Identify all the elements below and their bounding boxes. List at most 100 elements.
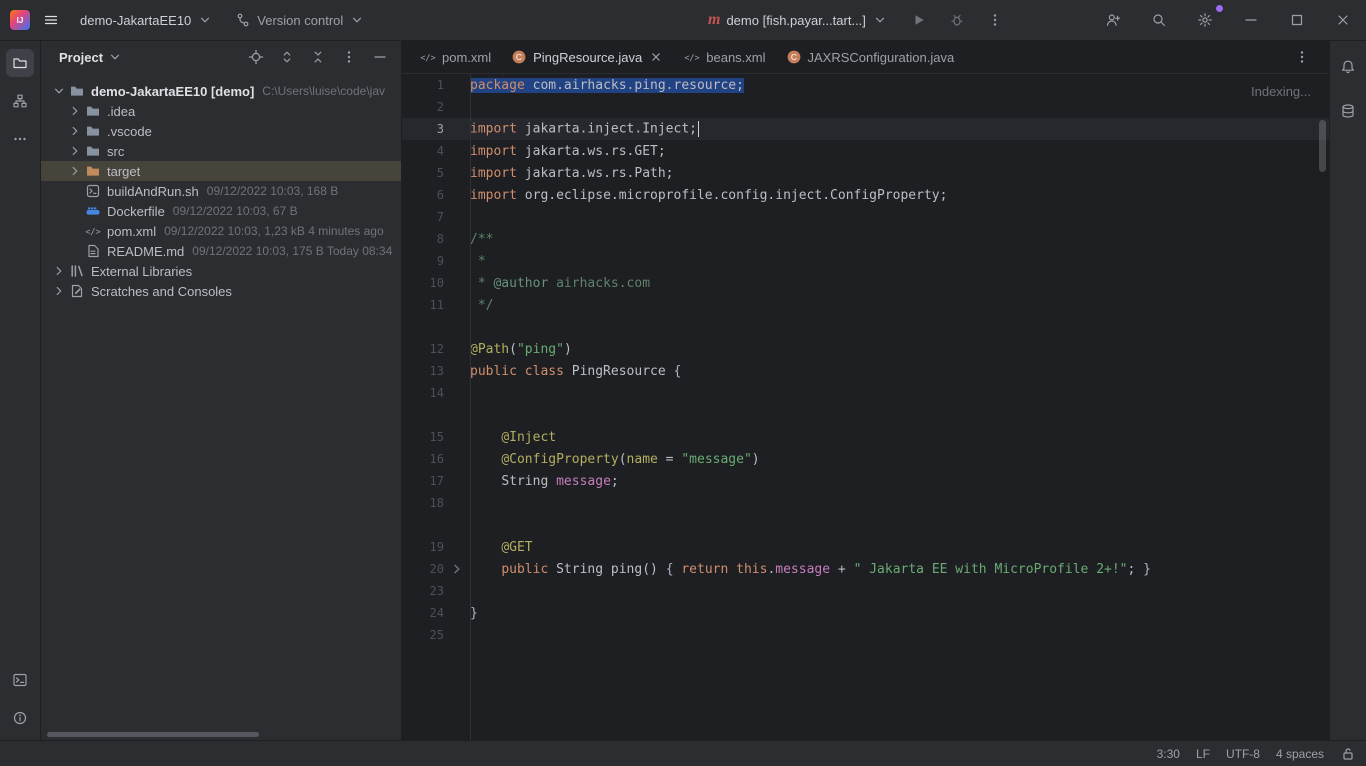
tree-item-vscode[interactable]: .vscode — [41, 121, 401, 141]
tree-item-src[interactable]: src — [41, 141, 401, 161]
vcs-selector[interactable]: Version control — [227, 5, 373, 35]
status-indent-style[interactable]: 4 spaces — [1276, 747, 1324, 761]
tree-item-idea[interactable]: .idea — [41, 101, 401, 121]
line-number[interactable]: 11 — [402, 298, 444, 312]
tab-beans-xml[interactable]: </>beans.xml — [674, 41, 775, 73]
line-number[interactable]: 19 — [402, 540, 444, 554]
chevron-right-icon[interactable] — [51, 263, 67, 279]
line-number[interactable]: 10 — [402, 276, 444, 290]
chevron-right-icon[interactable] — [67, 103, 83, 119]
terminal-tool-button[interactable] — [6, 666, 34, 694]
project-view-dropdown[interactable] — [105, 47, 125, 67]
code-line-12[interactable]: 12@Path("ping") — [402, 338, 1329, 360]
expand-all-button[interactable] — [276, 46, 298, 68]
line-number[interactable]: 5 — [402, 166, 444, 180]
run-config-selector[interactable]: m demo [fish.payar...tart...] — [700, 5, 896, 35]
tree-item-target[interactable]: target — [41, 161, 401, 181]
tab-pom-xml[interactable]: </>pom.xml — [410, 41, 501, 73]
code-line-6[interactable]: 6import org.eclipse.microprofile.config.… — [402, 184, 1329, 206]
chevron-right-icon[interactable] — [51, 283, 67, 299]
chevron-down-icon[interactable] — [51, 83, 67, 99]
code-line-14[interactable]: 14 — [402, 382, 1329, 404]
problems-tool-button[interactable] — [6, 704, 34, 732]
line-number[interactable]: 16 — [402, 452, 444, 466]
hide-panel-button[interactable] — [369, 46, 391, 68]
close-tab-icon[interactable] — [648, 49, 664, 65]
code-line-17[interactable]: 17 String message; — [402, 470, 1329, 492]
more-tool-windows-button[interactable] — [6, 125, 34, 153]
line-number[interactable]: 8 — [402, 232, 444, 246]
project-selector[interactable]: demo-JakartaEE10 — [72, 5, 221, 35]
code-line-24[interactable]: 24} — [402, 602, 1329, 624]
editor-scrollbar[interactable] — [1319, 120, 1326, 172]
code-line-11[interactable]: 11 */ — [402, 294, 1329, 316]
settings-button[interactable] — [1182, 0, 1228, 40]
line-number[interactable]: 6 — [402, 188, 444, 202]
status-line-separator[interactable]: LF — [1196, 747, 1210, 761]
line-number[interactable]: 9 — [402, 254, 444, 268]
line-number[interactable]: 15 — [402, 430, 444, 444]
horizontal-scrollbar[interactable] — [47, 732, 259, 737]
line-number[interactable]: 18 — [402, 496, 444, 510]
line-number[interactable]: 1 — [402, 78, 444, 92]
tab-pingresource-java[interactable]: CPingResource.java — [501, 41, 674, 73]
code-line-2[interactable]: 2 — [402, 96, 1329, 118]
code-line-20[interactable]: 20 public String ping() { return this.me… — [402, 558, 1329, 580]
debug-button[interactable] — [942, 5, 972, 35]
code-line-4[interactable]: 4import jakarta.ws.rs.GET; — [402, 140, 1329, 162]
run-button[interactable] — [904, 5, 934, 35]
project-tool-button[interactable] — [6, 49, 34, 77]
chevron-right-icon[interactable] — [67, 163, 83, 179]
more-run-actions-button[interactable] — [980, 5, 1010, 35]
select-opened-file-button[interactable] — [245, 46, 267, 68]
structure-tool-button[interactable] — [6, 87, 34, 115]
code-line-5[interactable]: 5import jakarta.ws.rs.Path; — [402, 162, 1329, 184]
status-file-encoding[interactable]: UTF-8 — [1226, 747, 1260, 761]
line-number[interactable]: 7 — [402, 210, 444, 224]
database-tool-button[interactable] — [1334, 97, 1362, 125]
tab-jaxrsconfiguration-java[interactable]: CJAXRSConfiguration.java — [776, 41, 965, 73]
line-number[interactable]: 4 — [402, 144, 444, 158]
collapse-all-button[interactable] — [307, 46, 329, 68]
code-line-25[interactable]: 25 — [402, 624, 1329, 646]
fold-indicator-icon[interactable] — [444, 561, 470, 577]
code-line-9[interactable]: 9 * — [402, 250, 1329, 272]
chevron-right-icon[interactable] — [67, 123, 83, 139]
line-number[interactable]: 13 — [402, 364, 444, 378]
code-line-13[interactable]: 13public class PingResource { — [402, 360, 1329, 382]
line-number[interactable]: 20 — [402, 562, 444, 576]
code-line-23[interactable]: 23 — [402, 580, 1329, 602]
code-line-19[interactable]: 19 @GET — [402, 536, 1329, 558]
tree-item-buildandrun-sh[interactable]: buildAndRun.sh09/12/2022 10:03, 168 B — [41, 181, 401, 201]
code-line-7[interactable]: 7 — [402, 206, 1329, 228]
line-number[interactable]: 17 — [402, 474, 444, 488]
tree-item-scratches-and-consoles[interactable]: Scratches and Consoles — [41, 281, 401, 301]
line-number[interactable]: 12 — [402, 342, 444, 356]
notifications-button[interactable] — [1334, 53, 1362, 81]
status-caret-position[interactable]: 3:30 — [1157, 747, 1180, 761]
line-number[interactable]: 2 — [402, 100, 444, 114]
code-line-16[interactable]: 16 @ConfigProperty(name = "message") — [402, 448, 1329, 470]
tree-item-external-libraries[interactable]: External Libraries — [41, 261, 401, 281]
main-menu-button[interactable] — [36, 5, 66, 35]
line-number[interactable]: 25 — [402, 628, 444, 642]
code-line-18[interactable]: 18 — [402, 492, 1329, 514]
close-button[interactable] — [1320, 0, 1366, 40]
minimize-button[interactable] — [1228, 0, 1274, 40]
code-line-3[interactable]: 3import jakarta.inject.Inject; — [402, 118, 1329, 140]
tree-item-dockerfile[interactable]: Dockerfile09/12/2022 10:03, 67 B — [41, 201, 401, 221]
code-line-1[interactable]: 1package com.airhacks.ping.resource; — [402, 74, 1329, 96]
code-line-15[interactable]: 15 @Inject — [402, 426, 1329, 448]
code-editor[interactable]: 1package com.airhacks.ping.resource; 2 3im… — [402, 74, 1329, 740]
tree-item-pom-xml[interactable]: </>pom.xml09/12/2022 10:03, 1,23 kB 4 mi… — [41, 221, 401, 241]
tree-item-demo-jakartaee10-demo[interactable]: demo-JakartaEE10 [demo]C:\Users\luise\co… — [41, 81, 401, 101]
tab-options-button[interactable] — [1287, 42, 1317, 72]
add-user-button[interactable] — [1090, 0, 1136, 40]
search-everywhere-button[interactable] — [1136, 0, 1182, 40]
line-number[interactable]: 14 — [402, 386, 444, 400]
code-line-10[interactable]: 10 * @author airhacks.com — [402, 272, 1329, 294]
maximize-button[interactable] — [1274, 0, 1320, 40]
tree-item-readme-md[interactable]: README.md09/12/2022 10:03, 175 B Today 0… — [41, 241, 401, 261]
line-number[interactable]: 23 — [402, 584, 444, 598]
lock-icon[interactable] — [1340, 746, 1356, 762]
